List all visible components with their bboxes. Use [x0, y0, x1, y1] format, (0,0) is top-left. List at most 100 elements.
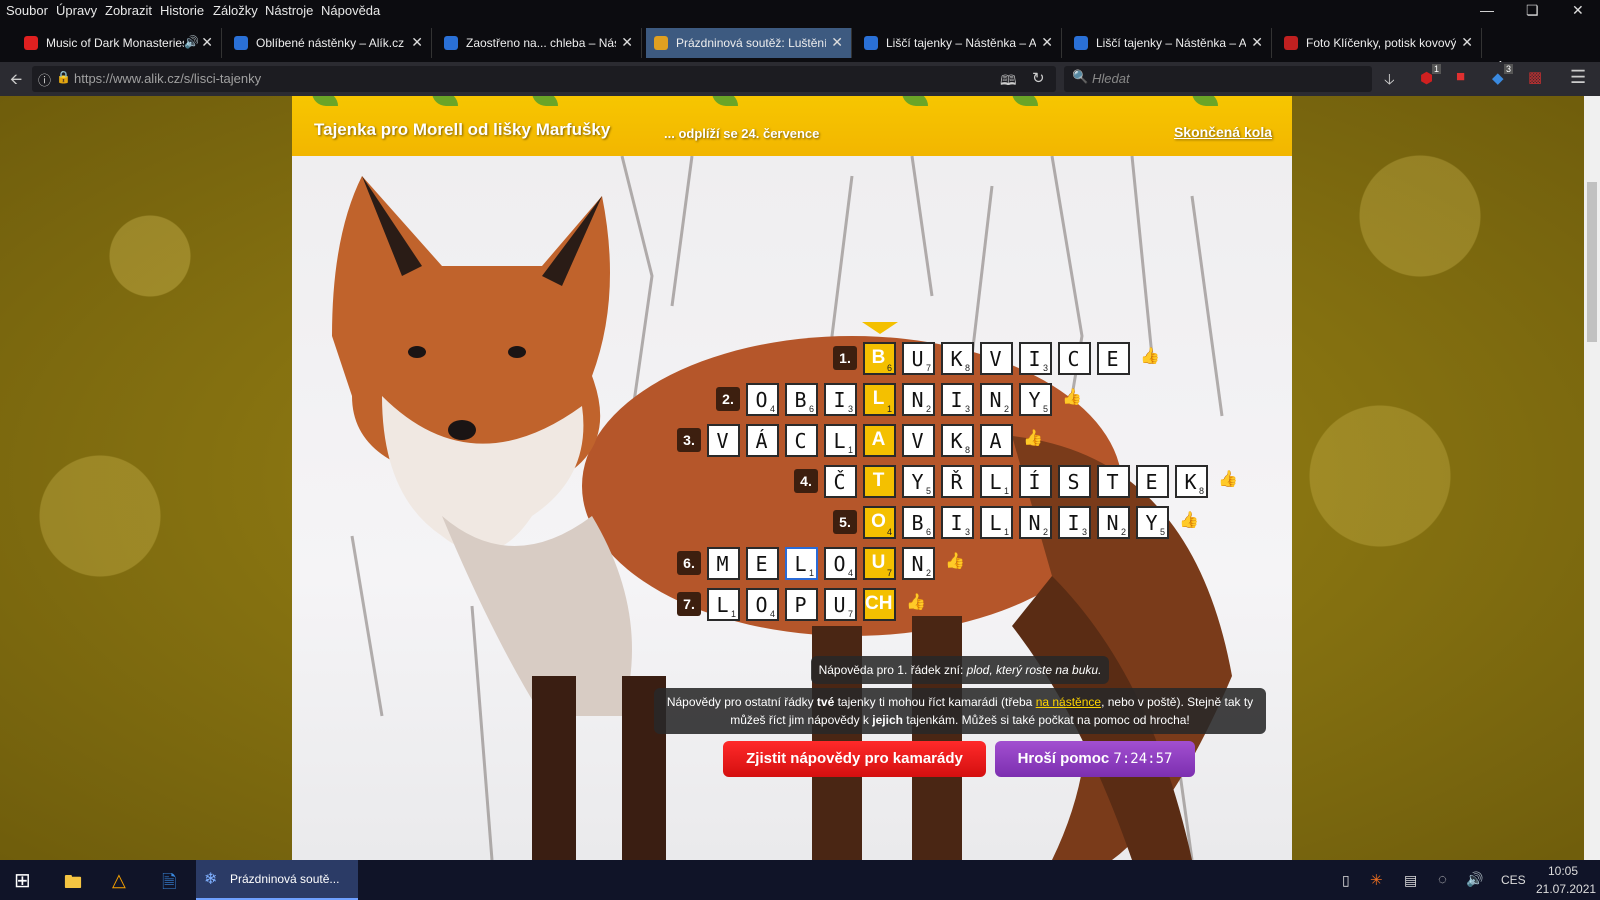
clock-time[interactable]: 10:05: [1548, 864, 1578, 878]
crossword-cell[interactable]: N2: [1097, 506, 1130, 539]
hamburger-menu-icon[interactable]: ☰: [1570, 67, 1586, 88]
crossword-cell[interactable]: V: [902, 424, 935, 457]
menu-upravy[interactable]: Úpravy: [56, 3, 97, 18]
crossword-cell[interactable]: K8: [941, 342, 974, 375]
close-tab-icon[interactable]: ✕: [831, 34, 843, 51]
crossword-cell[interactable]: B6: [902, 506, 935, 539]
extension-icon[interactable]: ■: [1456, 68, 1465, 85]
crossword-cell[interactable]: O4: [746, 383, 779, 416]
crossword-cell[interactable]: I3: [1019, 342, 1052, 375]
bulletin-board-link[interactable]: na nástěnce: [1036, 695, 1101, 709]
crossword-cell[interactable]: Á: [746, 424, 779, 457]
crossword-cell[interactable]: I3: [941, 506, 974, 539]
search-placeholder[interactable]: Hledat: [1092, 71, 1130, 86]
crossword-cell[interactable]: L1: [707, 588, 740, 621]
menu-soubor[interactable]: Soubor: [6, 3, 48, 18]
close-tab-icon[interactable]: ✕: [411, 34, 423, 51]
crossword-cell[interactable]: E: [1097, 342, 1130, 375]
url-bar[interactable]: ⓘ 🔒 https://www.alik.cz/s/lisci-tajenky …: [32, 66, 1056, 92]
crossword-cell[interactable]: U7: [824, 588, 857, 621]
taskbar-firefox-window[interactable]: ❄ Prázdninová soutě...: [196, 860, 358, 900]
secret-column-cell[interactable]: B6: [863, 342, 896, 375]
info-icon[interactable]: ⓘ: [38, 70, 51, 89]
menu-zalozky[interactable]: Záložky: [213, 3, 258, 18]
crossword-cell[interactable]: I3: [1058, 506, 1091, 539]
crossword-cell[interactable]: I3: [941, 383, 974, 416]
wifi-icon[interactable]: ◌: [1438, 871, 1447, 888]
crossword-cell[interactable]: N2: [902, 383, 935, 416]
menu-nastroje[interactable]: Nástroje: [265, 3, 313, 18]
crossword-cell[interactable]: T: [1097, 465, 1130, 498]
close-tab-icon[interactable]: ✕: [1461, 34, 1473, 51]
close-tab-icon[interactable]: ✕: [201, 34, 213, 51]
crossword-cell[interactable]: C: [785, 424, 818, 457]
crossword-cell[interactable]: N2: [902, 547, 935, 580]
secret-column-cell[interactable]: U7: [863, 547, 896, 580]
reader-view-icon[interactable]: 🕮: [1000, 70, 1017, 94]
crossword-cell[interactable]: K8: [1175, 465, 1208, 498]
tab-lisci-2[interactable]: Liščí tajenky – Nástěnka – Al ✕: [1066, 28, 1272, 58]
crossword-cell[interactable]: K8: [941, 424, 974, 457]
crossword-cell[interactable]: Ř: [941, 465, 974, 498]
document-icon[interactable]: 🗎: [162, 870, 176, 900]
crossword-cell[interactable]: P: [785, 588, 818, 621]
crossword-cell[interactable]: M: [707, 547, 740, 580]
hippo-help-button[interactable]: Hroší pomoc 7:24:57: [995, 741, 1195, 777]
secret-column-cell[interactable]: O4: [863, 506, 896, 539]
windows-start-icon[interactable]: ⊞: [14, 868, 31, 893]
crossword-cell[interactable]: Č: [824, 465, 857, 498]
crossword-cell[interactable]: L1: [980, 506, 1013, 539]
tab-music[interactable]: Music of Dark Monasteries 🔊 ✕: [16, 28, 222, 58]
close-tab-icon[interactable]: ✕: [1251, 34, 1263, 51]
crossword-cell[interactable]: Y5: [1019, 383, 1052, 416]
language-indicator[interactable]: CES: [1501, 873, 1526, 887]
app-triangle-icon[interactable]: △: [112, 870, 126, 891]
menu-zobrazit[interactable]: Zobrazit: [105, 3, 152, 18]
tab-lisci-1[interactable]: Liščí tajenky – Nástěnka – Al ✕: [856, 28, 1062, 58]
crossword-cell[interactable]: N2: [980, 383, 1013, 416]
reload-icon[interactable]: ↻: [1032, 69, 1045, 87]
menu-napoveda[interactable]: Nápověda: [321, 3, 380, 18]
menu-historie[interactable]: Historie: [160, 3, 204, 18]
secret-column-cell[interactable]: CH: [863, 588, 896, 621]
firefox-tray-icon[interactable]: ✳: [1370, 871, 1383, 889]
volume-icon[interactable]: 🔊: [1466, 871, 1483, 888]
crossword-cell[interactable]: N2: [1019, 506, 1052, 539]
crossword-cell[interactable]: Y5: [1136, 506, 1169, 539]
restore-icon[interactable]: ❏: [1526, 2, 1539, 19]
crossword-cell[interactable]: E: [1136, 465, 1169, 498]
clock-date[interactable]: 21.07.2021: [1536, 882, 1596, 896]
finished-rounds-link[interactable]: Skončená kola: [1174, 124, 1272, 140]
crossword-cell[interactable]: O4: [746, 588, 779, 621]
extension-blue-icon[interactable]: ◆: [1492, 69, 1504, 87]
crossword-cell[interactable]: V: [980, 342, 1013, 375]
crossword-cell[interactable]: U7: [902, 342, 935, 375]
file-explorer-icon[interactable]: 🖿: [64, 870, 82, 900]
scrollbar-thumb[interactable]: [1587, 182, 1597, 342]
secret-column-cell[interactable]: L1: [863, 383, 896, 416]
secret-column-cell[interactable]: A: [863, 424, 896, 457]
minimize-icon[interactable]: —: [1480, 2, 1494, 18]
download-icon[interactable]: 🡣: [1384, 69, 1395, 94]
crossword-cell[interactable]: Y5: [902, 465, 935, 498]
tab-zaostreno[interactable]: Zaostřeno na... chleba – Nást ✕: [436, 28, 642, 58]
close-tab-icon[interactable]: ✕: [621, 34, 633, 51]
close-tab-icon[interactable]: ✕: [1041, 34, 1053, 51]
speaker-icon[interactable]: 🔊: [184, 35, 199, 49]
tab-prazdninova[interactable]: Prázdninová soutěž: Luštění ✕: [646, 28, 852, 58]
battery-icon[interactable]: ▤: [1404, 872, 1417, 889]
search-bar[interactable]: 🔍 Hledat: [1064, 66, 1372, 92]
crossword-cell[interactable]: O4: [824, 547, 857, 580]
tab-oblibene[interactable]: Oblíbené nástěnky – Alík.cz ✕: [226, 28, 432, 58]
extension-red-icon[interactable]: ▩: [1528, 68, 1542, 86]
back-icon[interactable]: 🡨: [10, 69, 22, 94]
crossword-cell[interactable]: Í: [1019, 465, 1052, 498]
crossword-cell[interactable]: S: [1058, 465, 1091, 498]
crossword-cell[interactable]: L1: [824, 424, 857, 457]
secret-column-cell[interactable]: T: [863, 465, 896, 498]
friends-hints-button[interactable]: Zjistit nápovědy pro kamarády: [723, 741, 986, 777]
crossword-cell[interactable]: C: [1058, 342, 1091, 375]
crossword-cell[interactable]: B6: [785, 383, 818, 416]
close-window-icon[interactable]: ✕: [1572, 2, 1584, 19]
tab-foto[interactable]: Foto Klíčenky, potisk kovový ✕: [1276, 28, 1482, 58]
